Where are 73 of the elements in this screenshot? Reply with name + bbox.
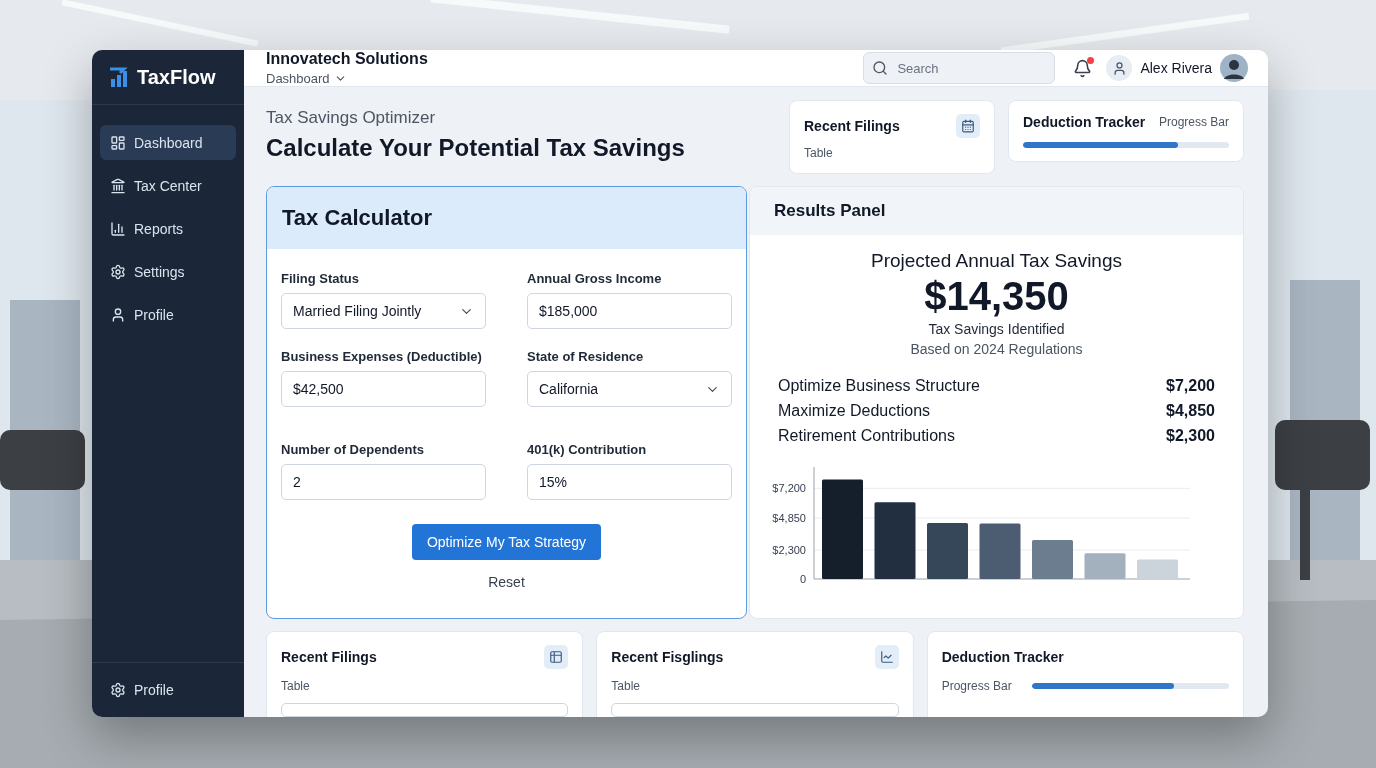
field-label: State of Residence: [527, 349, 645, 364]
breadcrumb-dropdown[interactable]: Dashboard: [266, 71, 864, 86]
search-field[interactable]: Search: [863, 52, 1056, 84]
savings-amount: $14,350: [924, 274, 1069, 319]
table-icon[interactable]: [544, 645, 569, 669]
nav-icon: [110, 177, 126, 194]
company-name: Innovatech Solutions: [266, 50, 429, 68]
breakdown-value: $2,300: [1166, 427, 1215, 445]
chart-bar: [1084, 553, 1126, 579]
reset-button[interactable]: Reset: [482, 573, 531, 591]
page-title: Calculate Your Potential Tax Savings: [266, 134, 686, 162]
select-field[interactable]: Married Filing Jointly: [281, 293, 486, 329]
widget-caption: Table: [281, 679, 311, 693]
widget-title: Recent Filings: [281, 649, 377, 665]
field-label: Business Expenses (Deductible): [281, 349, 483, 364]
input-field[interactable]: $42,500: [281, 371, 486, 407]
chart-bar: [1137, 559, 1178, 579]
nav-icon: [110, 306, 126, 323]
chart-bar: [979, 523, 1021, 579]
optimize-button[interactable]: Optimize My Tax Strategy: [411, 524, 602, 560]
notification-button[interactable]: [1073, 58, 1093, 78]
widget-title: Recent Filings: [804, 118, 900, 134]
field-label: Annual Gross Income: [527, 271, 663, 286]
breakdown-label: Optimize Business Structure: [778, 377, 980, 395]
widget-title: Deduction Tracker: [941, 649, 1064, 665]
nav-icon: [110, 263, 126, 280]
widget-title: Deduction Tracker: [1023, 114, 1146, 130]
avatar[interactable]: [1220, 54, 1248, 82]
field-label: Number of Dependents: [281, 442, 425, 457]
user-icon: [1106, 55, 1133, 81]
chart-bar: [927, 522, 968, 579]
calendar-icon[interactable]: [956, 114, 980, 138]
user-name[interactable]: Alex Rivera: [1140, 60, 1212, 76]
input-field[interactable]: $185,000: [527, 293, 732, 329]
chart-bar: [1032, 539, 1073, 579]
sidebar-item[interactable]: Settings: [100, 254, 236, 289]
line-chart-icon[interactable]: [874, 645, 899, 669]
input-field[interactable]: [281, 703, 569, 717]
input-field[interactable]: 2: [281, 464, 486, 500]
search-icon: [872, 60, 889, 76]
panel-title: Results Panel: [774, 201, 886, 221]
input-field[interactable]: 15%: [527, 464, 732, 500]
breakdown-value: $4,850: [1166, 402, 1215, 420]
sidebar-item[interactable]: Profile: [110, 672, 174, 708]
widget-caption: Progress Bar: [1158, 115, 1229, 129]
card-title: Tax Calculator: [282, 205, 432, 231]
amount-caption: Tax Savings Identified: [928, 321, 1065, 337]
field-label: 401(k) Contribution: [527, 442, 648, 457]
results-headline: Projected Annual Tax Savings: [870, 250, 1122, 272]
axis-label: 0: [799, 573, 806, 585]
sidebar-item[interactable]: Tax Center: [100, 168, 236, 203]
input-field[interactable]: [611, 703, 899, 717]
axis-label: $7,200: [772, 482, 806, 495]
sidebar-item[interactable]: Profile: [100, 297, 236, 332]
breakdown-value: $7,200: [1166, 377, 1215, 395]
widget-caption: Table: [804, 146, 834, 160]
axis-label: $2,300: [772, 544, 806, 557]
page-eyebrow: Tax Savings Optimizer: [266, 108, 437, 128]
basis-note: Based on 2024 Regulations: [910, 341, 1083, 357]
field-label: Filing Status: [281, 271, 360, 286]
axis-label: $4,850: [772, 511, 806, 524]
widget-caption: Table: [611, 679, 641, 693]
widget-title: Recent Fisglings: [611, 649, 724, 665]
breakdown-label: Maximize Deductions: [778, 402, 931, 420]
breakdown-label: Retirement Contributions: [778, 427, 955, 445]
widget-caption: Progress Bar: [941, 679, 1012, 693]
nav-icon: [110, 220, 126, 237]
sidebar-item[interactable]: Dashboard: [100, 125, 236, 160]
sidebar-item[interactable]: Reports: [100, 211, 236, 246]
app-logo: TaxFlow: [137, 65, 216, 89]
settings-icon: [110, 682, 126, 698]
nav-icon: [110, 134, 126, 151]
select-field[interactable]: California: [527, 371, 732, 407]
